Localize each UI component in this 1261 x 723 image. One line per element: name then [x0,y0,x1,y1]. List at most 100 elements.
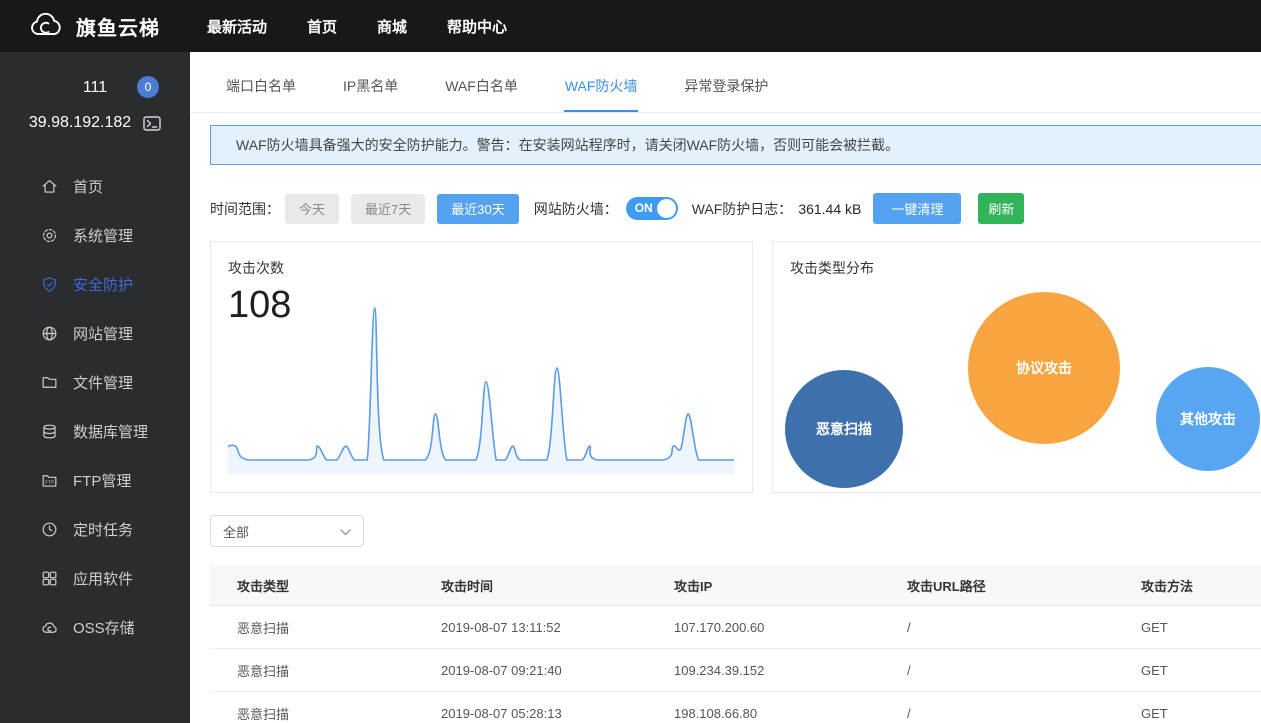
sidebar-item-label: 安全防护 [73,277,134,294]
ftp-folder-icon: FTP [40,471,59,490]
waf-log-label: WAF防护日志： [691,200,793,217]
time-range-label: 时间范围： [210,200,280,217]
time-range-button[interactable]: 最近7天 [351,193,426,224]
sidebar-item[interactable]: 数据库管理 [0,407,190,456]
clean-log-button[interactable]: 一键清理 [873,193,962,224]
table-cell: GET [1140,605,1261,649]
tab[interactable]: IP黑名单 [342,52,399,112]
sidebar-item[interactable]: 网站管理 [0,309,190,358]
gear-icon [40,226,59,245]
bubble-label: 协议攻击 [1016,360,1072,376]
attack-type-bubble-chart: 恶意扫描 协议攻击其他攻击 [773,242,1261,492]
shield-check-icon [40,275,59,294]
attack-count-card: 攻击次数 108 [210,241,753,493]
sidebar-item-label: FTP管理 [73,473,132,490]
main-content: 端口白名单 IP黑名单 WAF白名单 WAF防火墙 异常登录保护 WAF防火墙具备强大的… [190,52,1261,723]
sidebar-item-label: 数据库管理 [73,424,149,441]
table-cell: / [906,605,1140,649]
sidebar-item-label: OSS存储 [73,620,135,637]
chart-cards: 攻击次数 108 攻击类型分布 恶意扫描 协议攻击 其他攻击 [210,241,1261,493]
waf-log-size: 361.44 kB [798,200,862,217]
table-cell: / [906,648,1140,692]
topnav-item[interactable]: 最新活动 [207,16,267,37]
toggle-knob [656,199,676,218]
table-cell: 2019-08-07 09:21:40 [440,648,673,692]
sidebar-item-label: 定时任务 [73,522,134,539]
brand-name: 旗鱼云梯 [76,17,160,40]
table-cell: 恶意扫描 [210,648,440,692]
time-range-button[interactable]: 最近30天 [437,193,519,224]
topnav-item[interactable]: 帮助中心 [447,16,507,37]
table-cell: 2019-08-07 13:11:52 [440,605,673,649]
sidebar-item[interactable]: 安全防护 [0,260,190,309]
brand-cloud-logo-icon [28,8,66,45]
table-header-cell: 攻击时间 [440,565,673,606]
table-cell: 198.108.66.80 [673,691,906,723]
attack-count-title: 攻击次数 [228,260,284,276]
server-name: 111 [82,79,108,96]
sidebar-item[interactable]: 系统管理 [0,211,190,260]
app-grid-icon [40,569,59,588]
attack-type-bubble[interactable]: 恶意扫描 [785,370,903,488]
globe-icon [40,324,59,343]
sidebar-item-label: 网站管理 [73,326,134,343]
table-cell: 109.234.39.152 [673,648,906,692]
table-header-cell: 攻击IP [673,565,906,606]
terminal-icon[interactable] [143,115,161,131]
table-header-cell: 攻击URL路径 [906,565,1140,606]
tab[interactable]: WAF白名单 [444,52,519,112]
sidebar-item[interactable]: 定时任务 [0,505,190,554]
table-cell: 恶意扫描 [210,605,440,649]
refresh-button[interactable]: 刷新 [978,193,1025,224]
sidebar-item-label: 系统管理 [73,228,134,245]
oss-cloud-icon [40,618,59,637]
filter-value: 全部 [223,524,250,540]
bubble-label: 其他攻击 [1180,411,1236,427]
table-row: 恶意扫描 2019-08-07 05:28:13 198.108.66.80/GET [210,691,1261,723]
sidebar-item[interactable]: OSS存储 [0,603,190,652]
toggle-state-label: ON [634,201,653,215]
sidebar-menu: 首页系统管理安全防护网站管理文件管理数据库管理 FTP FTP管理定时任务应用软件 O… [0,162,190,652]
tab[interactable]: 异常登录保护 [683,52,769,112]
tab-bar: 端口白名单 IP黑名单 WAF白名单 WAF防火墙 异常登录保护 [190,52,1261,113]
notification-badge[interactable]: 0 [137,76,159,98]
table-cell: 2019-08-07 05:28:13 [440,691,673,723]
sidebar-item[interactable]: FTP FTP管理 [0,456,190,505]
sidebar-item[interactable]: 应用软件 [0,554,190,603]
sidebar-item[interactable]: 首页 [0,162,190,211]
server-info: 111 0 39.98.192.182 [0,52,190,132]
attack-type-filter[interactable]: 全部 [210,515,364,547]
attack-type-bubble[interactable]: 其他攻击 [1156,367,1260,471]
table-header-cell: 攻击方法 [1140,565,1261,606]
tab[interactable]: WAF防火墙 [563,52,639,112]
svg-text:FTP: FTP [45,480,54,486]
chevron-down-icon [340,524,351,539]
sidebar-item-label: 首页 [73,179,104,196]
table-cell: 107.170.200.60 [673,605,906,649]
controls-row: 时间范围： 今天 最近7天 最近30天 网站防火墙： ON WAF防护日志： 361… [210,193,1261,224]
table-cell: 恶意扫描 [210,691,440,723]
table-row: 恶意扫描 2019-08-07 09:21:40 109.234.39.152/GE… [210,648,1261,692]
folder-icon [40,373,59,392]
topnav: 最新活动 首页 商城 帮助中心 [207,0,507,52]
time-range-group: 今天 最近7天 最近30天 [285,193,519,224]
attack-type-bubble[interactable]: 协议攻击 [968,292,1120,444]
table-header-cell: 攻击类型 [210,565,440,606]
topnav-item[interactable]: 商城 [377,16,407,37]
sidebar-item[interactable]: 文件管理 [0,358,190,407]
table-row: 恶意扫描 2019-08-07 13:11:52 107.170.200.60/GE… [210,605,1261,649]
table-cell: / [906,691,1140,723]
clock-icon [40,520,59,539]
topnav-item[interactable]: 首页 [307,16,337,37]
firewall-label: 网站防火墙： [533,200,618,217]
sidebar-item-label: 应用软件 [73,571,134,588]
table-cell: GET [1140,691,1261,723]
attack-count-line-chart [228,307,734,474]
attack-log-table: 攻击类型 攻击时间 攻击IP 攻击URL路径 攻击方法 恶意扫描 2019-08-07 1… [210,565,1261,723]
firewall-toggle[interactable]: ON [625,197,678,220]
time-range-button[interactable]: 今天 [285,193,340,224]
brand: 旗鱼云梯 [28,0,160,52]
tab[interactable]: 端口白名单 [225,52,297,112]
bubble-label: 恶意扫描 [816,421,872,437]
home-icon [40,177,59,196]
